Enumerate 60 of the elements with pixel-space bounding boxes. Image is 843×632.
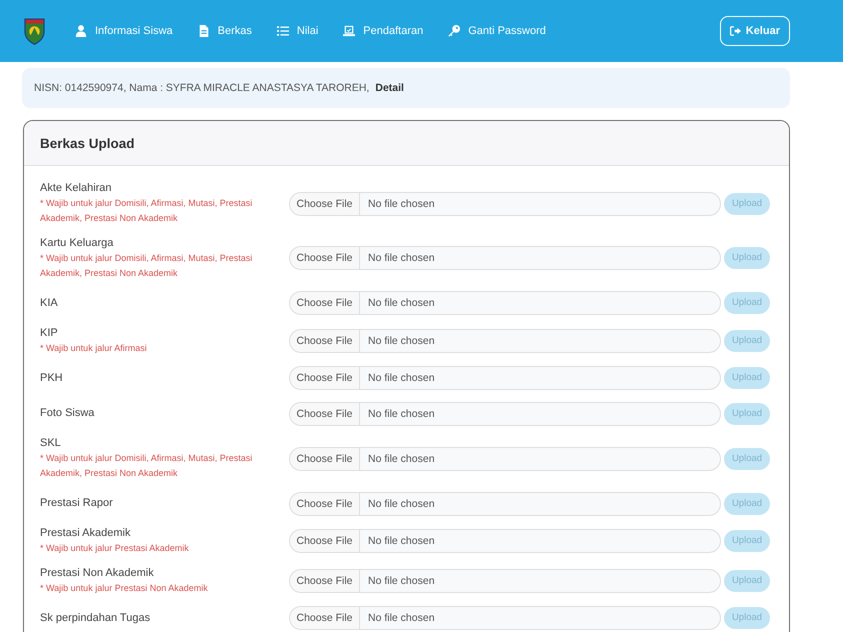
- document-label: Foto Siswa: [40, 406, 96, 421]
- laptop-icon: [343, 25, 356, 37]
- document-label: Kartu Keluarga: [40, 236, 114, 250]
- file-input-field[interactable]: Choose File No file chosen: [289, 192, 721, 216]
- detail-link[interactable]: Detail: [375, 82, 404, 94]
- required-note: * Wajib untuk jalur Domisili, Afirmasi, Mutasi, Prestasi Akademik, Prestasi Non Akademik: [40, 252, 254, 280]
- key-icon: [448, 25, 460, 37]
- document-label: Akte Kelahiran: [40, 181, 113, 196]
- document-label: Prestasi Non Akademik: [40, 566, 155, 580]
- choose-file-button[interactable]: Choose File: [290, 367, 360, 389]
- required-note: * Wajib untuk jalur Afirmasi: [40, 342, 148, 355]
- file-input-field[interactable]: Choose File No file chosen: [289, 606, 721, 630]
- document-label: KIP: [40, 326, 59, 340]
- file-input-field[interactable]: Choose File No file chosen: [289, 328, 721, 352]
- choose-file-button[interactable]: Choose File: [290, 607, 360, 629]
- file-status-text: No file chosen: [367, 371, 435, 386]
- file-status-text: No file chosen: [367, 196, 435, 212]
- file-status-text: No file chosen: [367, 334, 435, 348]
- file-input-field[interactable]: Choose File No file chosen: [289, 446, 721, 470]
- user-icon: [75, 25, 87, 37]
- file-status-text: No file chosen: [367, 496, 435, 512]
- list-icon: [276, 25, 289, 37]
- choose-file-button[interactable]: Choose File: [290, 402, 360, 424]
- file-input-field[interactable]: Choose File No file chosen: [289, 402, 721, 426]
- document-label: Prestasi Akademik: [40, 526, 132, 541]
- file-input-field[interactable]: Choose File No file chosen: [289, 568, 721, 592]
- document-label: Prestasi Rapor: [40, 496, 114, 511]
- file-status-text: No file chosen: [367, 251, 435, 266]
- file-input-field[interactable]: Choose File No file chosen: [289, 366, 721, 390]
- choose-file-button[interactable]: Choose File: [290, 448, 360, 470]
- document-label: Sk perpindahan Tugas: [40, 610, 152, 626]
- student-info-text: NISN: 0142590974, Nama : SYFRA MIRACLE ANASTASYA TAROREH,: [34, 82, 370, 94]
- required-note: * Wajib untuk jalur Domisili, Afirmasi, Mutasi, Prestasi Akademik, Prestasi Non Akademik: [40, 452, 254, 480]
- required-note: * Wajib untuk jalur Prestasi Non Akademik: [40, 582, 209, 595]
- shield-logo-icon: [24, 18, 45, 44]
- card-title: Berkas Upload: [40, 136, 135, 150]
- sign-out-icon: [730, 26, 741, 36]
- choose-file-button[interactable]: Choose File: [290, 192, 360, 214]
- file-status-text: No file chosen: [367, 574, 435, 588]
- document-label: PKH: [40, 370, 64, 386]
- file-status-text: No file chosen: [367, 452, 435, 466]
- file-input-field[interactable]: Choose File No file chosen: [289, 492, 721, 516]
- required-note: * Wajib untuk jalur Prestasi Akademik: [40, 542, 190, 555]
- choose-file-button[interactable]: Choose File: [290, 330, 360, 352]
- document-label: SKL: [40, 436, 62, 451]
- choose-file-button[interactable]: Choose File: [290, 247, 360, 269]
- file-input-field[interactable]: Choose File No file chosen: [289, 246, 721, 270]
- file-status-text: No file chosen: [367, 296, 435, 311]
- choose-file-button[interactable]: Choose File: [290, 292, 360, 314]
- file-input-field[interactable]: Choose File No file chosen: [289, 291, 721, 315]
- document-icon: [198, 25, 210, 37]
- choose-file-button[interactable]: Choose File: [290, 570, 360, 592]
- choose-file-button[interactable]: Choose File: [290, 530, 360, 552]
- file-input-field[interactable]: Choose File No file chosen: [289, 529, 721, 553]
- file-status-text: No file chosen: [367, 534, 435, 549]
- file-status-text: No file chosen: [367, 406, 435, 422]
- file-status-text: No file chosen: [367, 611, 435, 626]
- required-note: * Wajib untuk jalur Domisili, Afirmasi, Mutasi, Prestasi Akademik, Prestasi Non Akademik: [40, 197, 254, 225]
- choose-file-button[interactable]: Choose File: [290, 492, 360, 514]
- document-label: KIA: [40, 296, 59, 310]
